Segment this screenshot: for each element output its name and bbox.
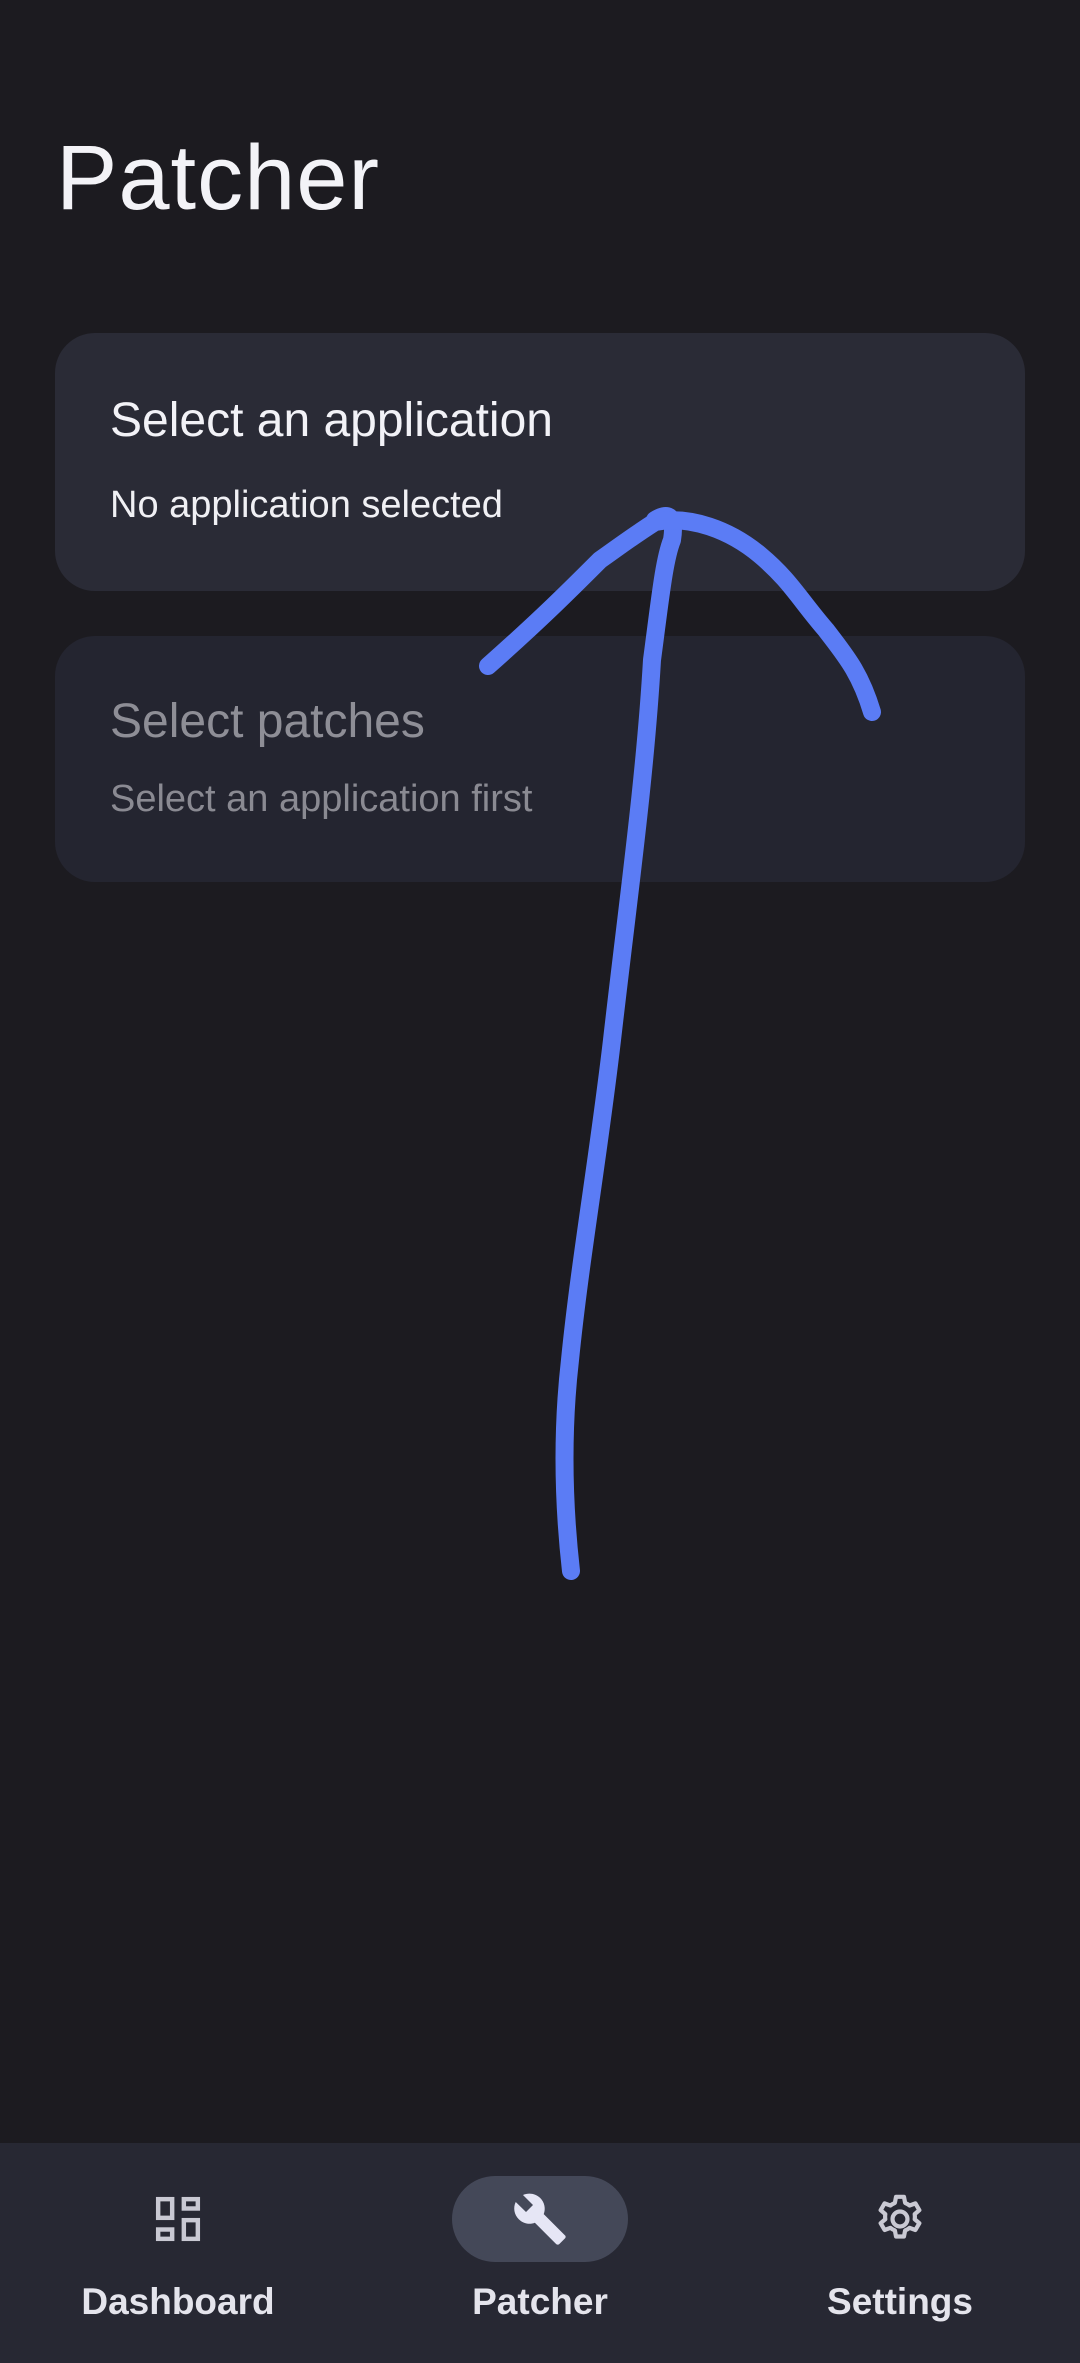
select-patches-title: Select patches	[110, 695, 425, 748]
page-title: Patcher	[56, 127, 381, 229]
select-application-title: Select an application	[110, 394, 553, 447]
select-patches-card: Select patches Select an application fir…	[55, 636, 1025, 882]
nav-item-dashboard[interactable]: Dashboard	[28, 2143, 328, 2363]
nav-item-settings[interactable]: Settings	[750, 2143, 1050, 2363]
application-status-text: No application selected	[110, 484, 503, 526]
bottom-navigation-bar: Dashboard Patcher Settings	[0, 2143, 1080, 2363]
nav-label-patcher: Patcher	[472, 2281, 608, 2322]
dashboard-icon	[155, 2196, 201, 2242]
patches-status-text: Select an application first	[110, 778, 533, 820]
select-application-card[interactable]: Select an application No application sel…	[55, 333, 1025, 591]
nav-label-settings: Settings	[827, 2281, 973, 2322]
wrench-icon	[514, 2193, 566, 2245]
gear-icon	[878, 2194, 922, 2239]
nav-label-dashboard: Dashboard	[81, 2281, 275, 2322]
nav-item-patcher[interactable]: Patcher	[390, 2143, 690, 2363]
